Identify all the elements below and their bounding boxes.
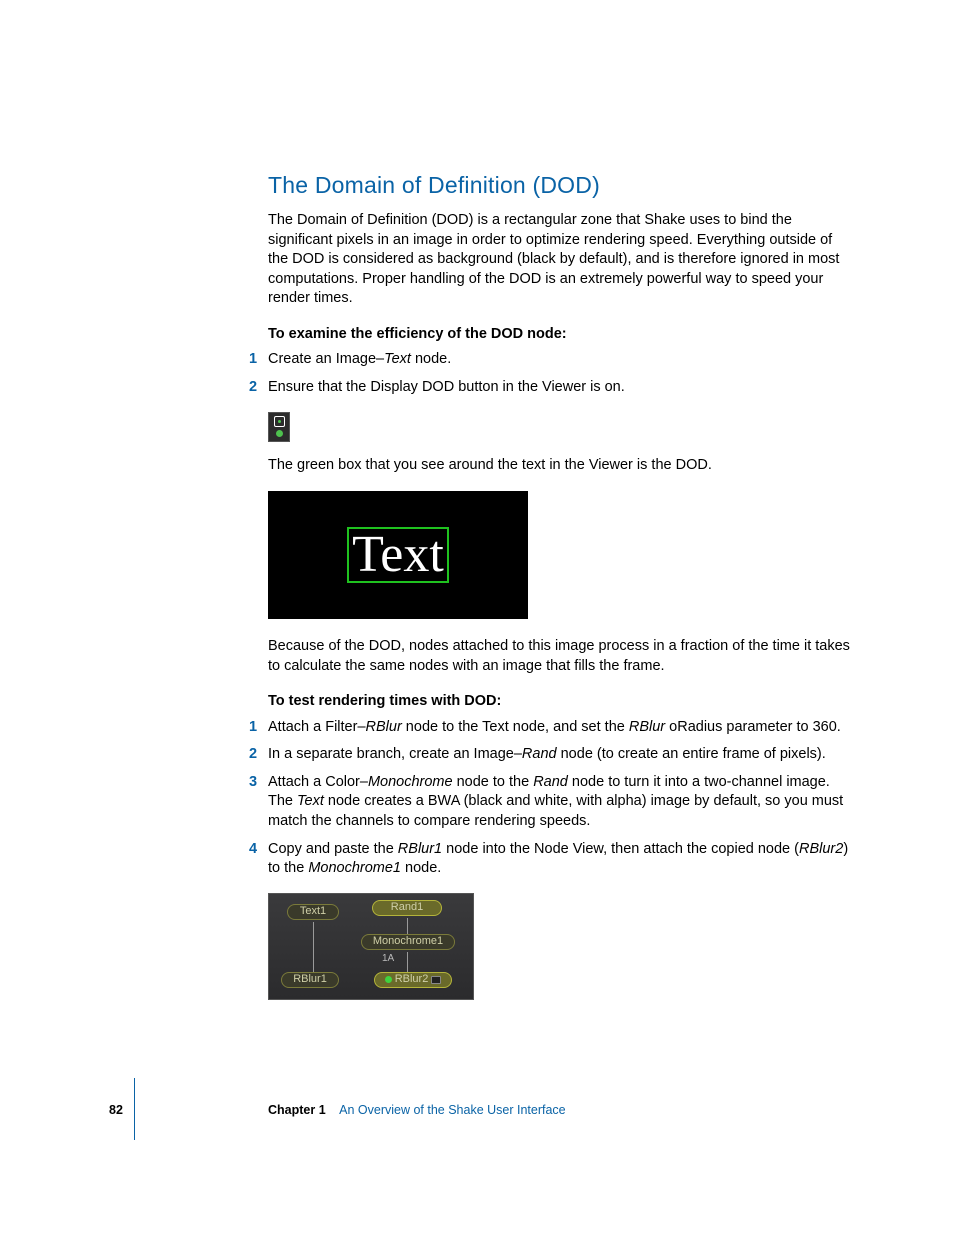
list-item: 2 In a separate branch, create an Image–… bbox=[268, 745, 854, 765]
node-wire bbox=[407, 918, 408, 934]
procedure-list-1: 1 Create an Image–Text node. 2 Ensure th… bbox=[268, 350, 854, 397]
step-text-italic: Monochrome1 bbox=[308, 860, 401, 876]
step-text-italic: RBlur2 bbox=[799, 841, 843, 857]
step-number: 4 bbox=[249, 840, 257, 860]
node-led-icon bbox=[385, 976, 392, 983]
list-item: 2 Ensure that the Display DOD button in … bbox=[268, 378, 854, 398]
list-item: 3 Attach a Color–Monochrome node to the … bbox=[268, 773, 854, 832]
step-text: Attach a Filter– bbox=[268, 719, 366, 735]
dod-dot-icon bbox=[276, 430, 283, 437]
margin-rule bbox=[134, 1078, 135, 1140]
node-tag: 1A bbox=[382, 952, 394, 966]
list-item: 4 Copy and paste the RBlur1 node into th… bbox=[268, 840, 854, 879]
step-text: In a separate branch, create an Image– bbox=[268, 746, 522, 762]
display-dod-button-icon bbox=[268, 412, 290, 442]
step-text: Copy and paste the bbox=[268, 841, 398, 857]
node-plug-icon bbox=[431, 976, 441, 984]
step-text: Ensure that the Display DOD button in th… bbox=[268, 379, 625, 395]
step-text: node. bbox=[411, 351, 451, 367]
node-view-screenshot: Text1 Rand1 Monochrome1 1A RBlur1 RBlur2 bbox=[268, 893, 474, 1000]
step-text: node to the Text node, and set the bbox=[402, 719, 629, 735]
list-item: 1 Attach a Filter–RBlur node to the Text… bbox=[268, 718, 854, 738]
node-wire bbox=[407, 952, 408, 972]
node-rand1: Rand1 bbox=[372, 900, 442, 916]
step-number: 1 bbox=[249, 718, 257, 738]
procedure-heading-2: To test rendering times with DOD: bbox=[268, 692, 854, 712]
step-text: node. bbox=[401, 860, 441, 876]
body-paragraph: Because of the DOD, nodes attached to th… bbox=[268, 637, 854, 676]
node-label: RBlur2 bbox=[395, 972, 429, 987]
step-text: node into the Node View, then attach the… bbox=[442, 841, 799, 857]
chapter-label: Chapter 1 bbox=[268, 1103, 326, 1117]
viewer-screenshot: Text bbox=[268, 491, 528, 619]
step-text-italic: RBlur bbox=[629, 719, 665, 735]
step-number: 1 bbox=[249, 350, 257, 370]
step-text-italic: Text bbox=[384, 351, 411, 367]
step-number: 2 bbox=[249, 378, 257, 398]
node-rblur2: RBlur2 bbox=[374, 972, 452, 988]
node-wire bbox=[313, 922, 314, 972]
step-text-italic: RBlur1 bbox=[398, 841, 442, 857]
list-item: 1 Create an Image–Text node. bbox=[268, 350, 854, 370]
procedure-list-2: 1 Attach a Filter–RBlur node to the Text… bbox=[268, 718, 854, 879]
step-text: oRadius parameter to 360. bbox=[665, 719, 841, 735]
step-text-italic: RBlur bbox=[366, 719, 402, 735]
step-number: 3 bbox=[249, 773, 257, 793]
step-text: node creates a BWA (black and white, wit… bbox=[268, 793, 843, 829]
dod-square-icon bbox=[274, 416, 285, 427]
chapter-title: An Overview of the Shake User Interface bbox=[339, 1103, 566, 1117]
node-monochrome1: Monochrome1 bbox=[361, 934, 455, 950]
node-rblur1: RBlur1 bbox=[281, 972, 339, 988]
step-text: Attach a Color– bbox=[268, 774, 368, 790]
chapter-line: Chapter 1 An Overview of the Shake User … bbox=[268, 1102, 566, 1119]
step-text: Create an Image– bbox=[268, 351, 384, 367]
page: The Domain of Definition (DOD) The Domai… bbox=[0, 0, 954, 1235]
dod-box: Text bbox=[347, 527, 449, 583]
page-number: 82 bbox=[109, 1102, 123, 1119]
intro-paragraph: The Domain of Definition (DOD) is a rect… bbox=[268, 211, 854, 309]
body-paragraph: The green box that you see around the te… bbox=[268, 456, 854, 476]
step-number: 2 bbox=[249, 745, 257, 765]
step-text-italic: Rand bbox=[522, 746, 557, 762]
step-text: node to the bbox=[453, 774, 534, 790]
step-text-italic: Text bbox=[297, 793, 324, 809]
procedure-heading-1: To examine the efficiency of the DOD nod… bbox=[268, 325, 854, 345]
step-text-italic: Rand bbox=[533, 774, 568, 790]
section-heading: The Domain of Definition (DOD) bbox=[268, 170, 854, 201]
step-text-italic: Monochrome bbox=[368, 774, 453, 790]
step-text: node (to create an entire frame of pixel… bbox=[557, 746, 826, 762]
node-text1: Text1 bbox=[287, 904, 339, 920]
